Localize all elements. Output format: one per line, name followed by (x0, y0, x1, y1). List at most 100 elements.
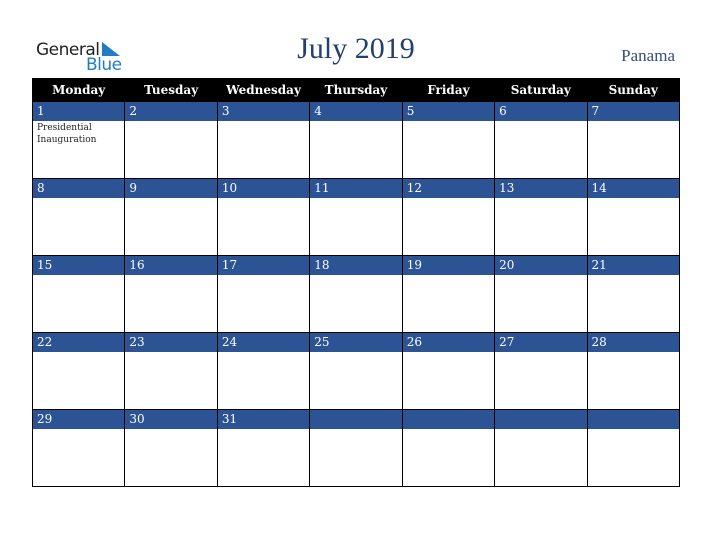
holiday-event (310, 352, 401, 353)
day-cell[interactable]: 1 Presidential Inauguration (31, 101, 126, 179)
day-number: 25 (310, 333, 402, 352)
weekday-header-thursday: Thursday (309, 78, 403, 102)
holiday-event (125, 429, 216, 430)
holiday-event (403, 275, 494, 276)
day-number: 18 (310, 256, 402, 275)
holiday-event (125, 198, 216, 199)
page-title: July 2019 (297, 32, 415, 65)
holiday-event (588, 275, 679, 276)
day-number: 20 (495, 256, 587, 275)
day-cell[interactable]: 5 (401, 101, 496, 179)
day-number: 31 (217, 410, 310, 429)
day-cell[interactable]: 18 (309, 255, 403, 333)
day-cell[interactable]: 2 (124, 101, 218, 179)
day-cell[interactable]: 24 (216, 332, 311, 410)
calendar-grid: Monday Tuesday Wednesday Thursday Friday Satu… (31, 78, 681, 487)
holiday-event (33, 198, 124, 199)
day-cell[interactable]: 12 (401, 178, 496, 256)
holiday-event (125, 352, 216, 353)
day-cell[interactable]: 14 (586, 178, 681, 256)
weekday-header-sunday: Sunday (586, 78, 681, 102)
day-cell[interactable] (309, 409, 403, 487)
day-number: 30 (125, 410, 217, 429)
day-number: 19 (402, 256, 495, 275)
holiday-event (588, 121, 679, 122)
week-row: 22 23 24 25 26 27 28 (31, 332, 681, 410)
day-cell[interactable]: 16 (124, 255, 218, 333)
holiday-event (310, 275, 401, 276)
weekday-header-saturday: Saturday (494, 78, 588, 102)
day-cell[interactable]: 7 (586, 101, 681, 179)
day-cell[interactable]: 20 (494, 255, 588, 333)
day-number (587, 410, 679, 429)
holiday-event (218, 352, 309, 353)
day-number: 8 (33, 179, 125, 198)
holiday-event (125, 275, 216, 276)
day-cell[interactable]: 28 (586, 332, 681, 410)
day-cell[interactable]: 30 (124, 409, 218, 487)
day-cell[interactable]: 10 (216, 178, 311, 256)
holiday-event (495, 121, 586, 122)
holiday-event (588, 352, 679, 353)
day-number: 22 (33, 333, 125, 352)
day-cell[interactable]: 29 (31, 409, 126, 487)
day-cell[interactable]: 6 (494, 101, 588, 179)
day-cell[interactable]: 13 (494, 178, 588, 256)
holiday-event (218, 198, 309, 199)
day-number: 10 (217, 179, 310, 198)
day-cell[interactable] (401, 409, 496, 487)
day-number: 13 (495, 179, 587, 198)
holiday-event (588, 429, 679, 430)
day-number: 27 (495, 333, 587, 352)
day-number: 4 (310, 102, 402, 121)
holiday-event (495, 352, 586, 353)
day-cell[interactable]: 3 (216, 101, 311, 179)
day-number: 14 (587, 179, 679, 198)
day-cell[interactable]: 22 (31, 332, 126, 410)
country-label: Panama (621, 46, 675, 65)
day-cell[interactable]: 19 (401, 255, 496, 333)
weekday-header-row: Monday Tuesday Wednesday Thursday Friday Satu… (31, 78, 681, 102)
day-cell[interactable] (494, 409, 588, 487)
day-number: 9 (125, 179, 217, 198)
day-number: 1 (33, 102, 125, 121)
day-number (402, 410, 495, 429)
holiday-event (588, 198, 679, 199)
day-number: 26 (402, 333, 495, 352)
day-cell[interactable]: 27 (494, 332, 588, 410)
day-number: 2 (125, 102, 217, 121)
day-cell[interactable]: 26 (401, 332, 496, 410)
holiday-event (125, 121, 216, 122)
holiday-event (218, 429, 309, 430)
day-cell[interactable]: 25 (309, 332, 403, 410)
day-number: 17 (217, 256, 310, 275)
day-number: 11 (310, 179, 402, 198)
day-number: 16 (125, 256, 217, 275)
holiday-event (403, 121, 494, 122)
holiday-event (403, 429, 494, 430)
week-row: 8 9 10 11 12 13 14 (31, 178, 681, 256)
week-row: 1 Presidential Inauguration 2 3 4 5 6 7 (31, 101, 681, 179)
holiday-event (218, 121, 309, 122)
weekday-header-friday: Friday (401, 78, 496, 102)
day-cell[interactable] (586, 409, 681, 487)
day-cell[interactable]: 9 (124, 178, 218, 256)
day-cell[interactable]: 4 (309, 101, 403, 179)
day-cell[interactable]: 31 (216, 409, 311, 487)
day-number: 5 (402, 102, 495, 121)
day-cell[interactable]: 17 (216, 255, 311, 333)
day-number: 29 (33, 410, 125, 429)
day-cell[interactable]: 21 (586, 255, 681, 333)
day-number: 3 (217, 102, 310, 121)
calendar-body: 1 Presidential Inauguration 2 3 4 5 6 7 8 9 10 11 12… (31, 101, 681, 487)
day-number (495, 410, 587, 429)
day-number: 7 (587, 102, 679, 121)
holiday-event (403, 198, 494, 199)
weekday-header-wednesday: Wednesday (216, 78, 311, 102)
holiday-event (33, 429, 124, 430)
day-cell[interactable]: 15 (31, 255, 126, 333)
day-cell[interactable]: 11 (309, 178, 403, 256)
day-cell[interactable]: 8 (31, 178, 126, 256)
holiday-event (310, 429, 401, 430)
day-cell[interactable]: 23 (124, 332, 218, 410)
